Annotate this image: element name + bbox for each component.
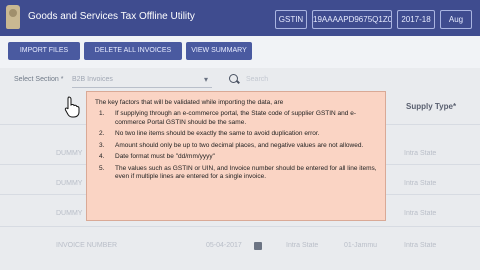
import-validation-tooltip: The key factors that will be validated w… xyxy=(86,91,386,221)
supply-type-cell[interactable]: Intra State xyxy=(404,150,436,157)
gstin-label: GSTIN xyxy=(275,10,307,29)
list-item: 1. If supplying through an e-commerce por… xyxy=(95,110,377,127)
toolbar: IMPORT FILES DELETE ALL INVOICES VIEW SU… xyxy=(0,36,480,68)
financial-year[interactable]: 2017-18 xyxy=(397,10,435,29)
list-item-number: 3. xyxy=(99,141,105,149)
app-header: Goods and Services Tax Offline Utility G… xyxy=(0,0,480,36)
table-row-cell[interactable]: DUMMY xyxy=(56,180,82,187)
validation-rules-list: 1. If supplying through an e-commerce por… xyxy=(95,110,377,181)
section-select[interactable]: B2B Invoices ▾ xyxy=(72,73,212,88)
list-item: 5. The values such as GSTIN or UIN, and I… xyxy=(95,165,377,182)
supply-type-select[interactable]: Intra State xyxy=(286,242,318,249)
list-item-number: 4. xyxy=(99,153,105,161)
list-item-number: 5. xyxy=(99,164,105,172)
list-item-text: Date format must be "dd/mm/yyyy" xyxy=(115,153,215,161)
list-item-text: The values such as GSTIN or UIN, and Inv… xyxy=(115,164,377,181)
list-item-text: No two line items should be exactly the … xyxy=(115,130,320,138)
section-select-label: Select Section * xyxy=(14,76,64,83)
table-row-cell[interactable]: DUMMY xyxy=(56,150,82,157)
search-input[interactable]: Search xyxy=(246,73,326,87)
view-summary-button[interactable]: VIEW SUMMARY xyxy=(186,42,252,60)
table-row-cell[interactable]: DUMMY xyxy=(56,210,82,217)
search-icon[interactable] xyxy=(229,74,238,83)
pointer-cursor-icon xyxy=(64,96,80,118)
state-select[interactable]: 01-Jammu xyxy=(344,242,377,249)
list-item-number: 1. xyxy=(99,110,105,118)
tooltip-intro: The key factors that will be validated w… xyxy=(95,99,284,106)
emblem-icon xyxy=(6,5,20,29)
row-divider xyxy=(0,226,480,227)
list-item: 2. No two line items should be exactly th… xyxy=(95,130,377,138)
supply-type-cell[interactable]: Intra State xyxy=(404,180,436,187)
supply-type-cell[interactable]: Intra State xyxy=(404,210,436,217)
supply-type-cell[interactable]: Intra State xyxy=(404,242,436,249)
section-select-value: B2B Invoices xyxy=(72,76,113,83)
tax-month[interactable]: Aug xyxy=(440,10,472,29)
list-item: 4. Date format must be "dd/mm/yyyy" xyxy=(95,153,377,161)
app-title: Goods and Services Tax Offline Utility xyxy=(28,11,195,22)
list-item-text: Amount should only be up to two decimal … xyxy=(115,141,364,149)
import-files-button[interactable]: IMPORT FILES xyxy=(8,42,80,60)
list-item-number: 2. xyxy=(99,130,105,138)
calendar-icon[interactable] xyxy=(254,242,262,250)
list-item-text: If supplying through an e-commerce porta… xyxy=(115,110,356,126)
chevron-down-icon: ▾ xyxy=(203,75,208,84)
list-item: 3. Amount should only be up to two decima… xyxy=(95,142,377,150)
invoice-number-field[interactable]: INVOICE NUMBER xyxy=(56,242,117,249)
delete-all-invoices-button[interactable]: DELETE ALL INVOICES xyxy=(84,42,182,60)
supply-type-header[interactable]: Supply Type* xyxy=(406,102,456,111)
gstin-value: 19AAAAPD9675Q1Z0 xyxy=(312,10,392,29)
invoice-date-field[interactable]: 05-04-2017 xyxy=(206,242,242,249)
